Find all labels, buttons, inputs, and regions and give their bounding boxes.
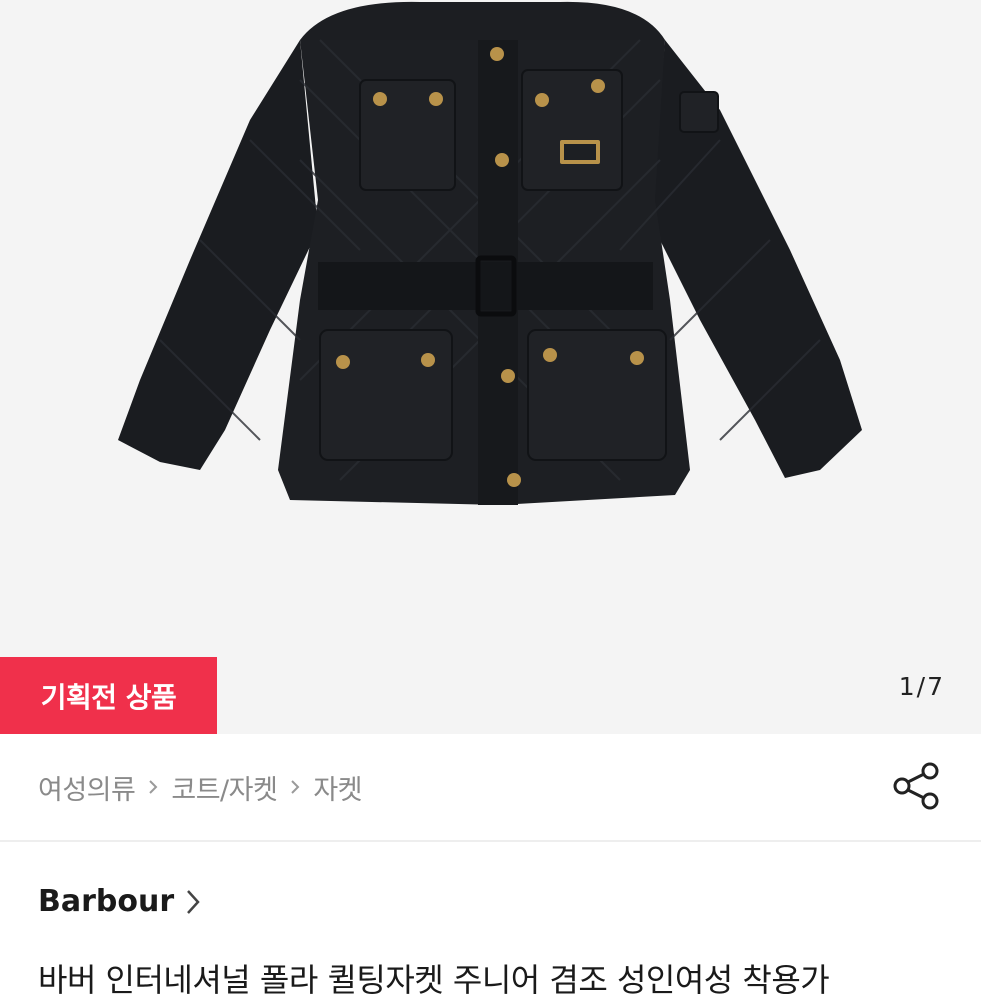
chevron-right-icon (149, 780, 158, 794)
product-image-area[interactable]: 기획전 상품 1 / 7 (0, 0, 981, 734)
chevron-right-icon (187, 889, 200, 914)
promo-badge: 기획전 상품 (0, 657, 217, 734)
share-icon[interactable] (890, 760, 942, 812)
section-divider (0, 840, 981, 842)
breadcrumb-item-category[interactable]: 여성의류 (38, 768, 136, 807)
image-counter-total: 7 (927, 672, 943, 701)
breadcrumb: 여성의류 코트/자켓 자켓 (38, 765, 363, 809)
chevron-right-icon (291, 780, 300, 794)
image-counter-current: 1 (898, 672, 915, 701)
product-title: 바버 인터네셔널 폴라 퀼팅자켓 주니어 겸조 성인여성 착용가 (38, 961, 830, 999)
image-counter: 1 / 7 (899, 672, 943, 701)
brand-link[interactable]: Barbour (38, 884, 202, 919)
breadcrumb-item-subcategory[interactable]: 코트/자켓 (171, 768, 277, 807)
jacket-photo (118, 1, 862, 505)
image-counter-separator: / (916, 672, 926, 701)
breadcrumb-item-current[interactable]: 자켓 (313, 768, 362, 807)
brand-name: Barbour (38, 884, 175, 919)
